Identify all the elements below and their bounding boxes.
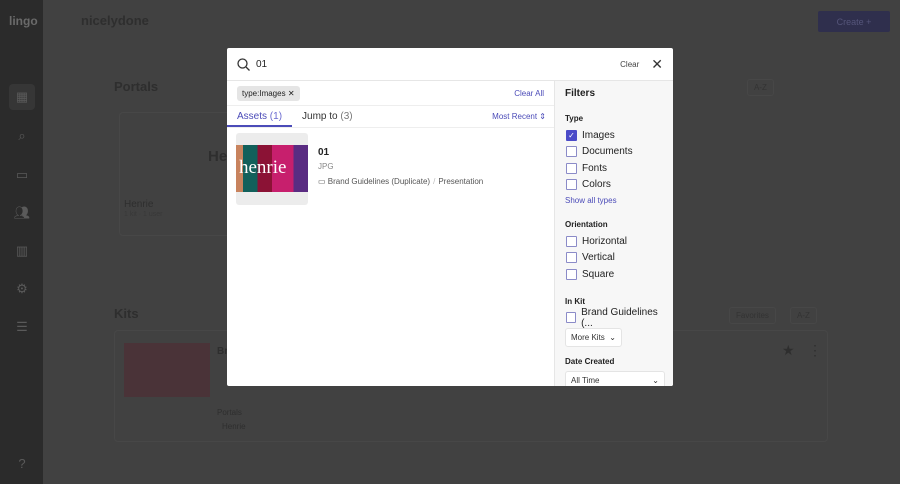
logo: lingo [9,14,38,28]
checkbox-vertical[interactable]: Vertical [566,250,663,267]
home-grid-icon[interactable]: ▦ [9,84,35,110]
asset-result[interactable]: henrie 01 JPG ▭ Brand Guidelines (Duplic… [227,128,554,210]
sort-label: Most Recent [492,112,538,121]
kit-icon: ▭ [318,177,326,186]
portal-name: Henrie [124,199,154,210]
search-icon [237,57,250,71]
option-label: Colors [582,179,611,191]
filters-title: Filters [565,88,596,99]
search-icon[interactable]: ⌕ [9,123,35,149]
kits-icon[interactable]: ▭ [9,162,35,188]
option-label: Brand Guidelines (... [581,306,658,329]
filter-orientation-label: Orientation [565,220,608,229]
asset-name: 01 [318,147,330,158]
date-value: All Time [571,376,600,385]
more-kits-label: More Kits [571,333,605,342]
workspace-name: nicelydone [81,13,149,28]
remove-chip-icon[interactable]: ✕ [288,89,295,98]
checkbox-fonts[interactable]: Fonts [566,160,663,177]
date-created-select[interactable]: All Time ⌄ [565,371,665,386]
clear-all-button[interactable]: Clear All [514,89,544,98]
create-label: Create [836,16,864,27]
checkbox-colors[interactable]: Colors [566,177,663,194]
portal-preview: He [208,148,228,165]
portals-title: Portals [114,79,159,94]
tab-assets[interactable]: Assets (1) [227,106,293,127]
asset-kit[interactable]: Brand Guidelines (Duplicate) [328,177,430,186]
tab-label: Assets [237,111,268,122]
star-icon[interactable]: ★ [782,342,795,359]
option-label: Square [582,268,615,280]
filter-chip[interactable]: type:Images ✕ [237,85,300,101]
asset-thumbnail: henrie [236,133,308,205]
clear-search-button[interactable]: Clear [620,60,639,69]
checkbox-brand-guidelines[interactable]: Brand Guidelines (... [566,306,663,329]
search-input[interactable]: 01 [256,59,620,70]
option-label: Vertical [582,252,615,264]
help-icon[interactable]: ? [9,450,35,476]
tab-count: (3) [340,111,353,122]
option-label: Documents [582,146,633,158]
chip-label: type:Images [242,88,286,98]
checkbox-horizontal[interactable]: Horizontal [566,233,663,250]
tab-label: Jump to [302,111,338,122]
chevron-down-icon: ⌄ [609,333,616,342]
kits-title: Kits [114,306,139,321]
chevron-down-icon: ⌄ [652,376,659,385]
portal-meta: 1 kit · 1 user [124,211,163,218]
kits-sort[interactable]: A-Z [790,307,817,324]
sidebar: lingo ▦ ⌕ ▭ 👥︎ ▥ ⚙ ☰ ? [0,0,43,484]
portals-sort[interactable]: A-Z [747,79,774,96]
checkbox-images[interactable]: ✓ Images [566,127,663,144]
asset-type: JPG [318,162,334,171]
settings-icon[interactable]: ⚙ [9,276,35,302]
filters-panel: Filters Type ✓ Images Documents Fonts Col… [554,81,673,386]
more-kits-dropdown[interactable]: More Kits ⌄ [565,328,622,347]
sort-dropdown[interactable]: Most Recent ⇕ [492,112,546,121]
kit-portal-tag[interactable]: Henrie [222,422,246,431]
analytics-icon[interactable]: ▥ [9,238,35,264]
option-label: Horizontal [582,235,628,247]
search-bar: 01 Clear ✕ [227,48,673,81]
favorites-filter[interactable]: Favorites [729,307,776,324]
search-modal: 01 Clear ✕ type:Images ✕ Clear All Asset… [227,48,673,386]
kit-portals-label: Portals [217,408,242,417]
checkbox-documents[interactable]: Documents [566,144,663,161]
list-icon[interactable]: ☰ [9,314,35,340]
option-label: Images [582,129,615,141]
users-icon[interactable]: 👥︎ [9,200,35,226]
asset-section[interactable]: Presentation [438,177,483,186]
checkbox-square[interactable]: Square [566,266,663,283]
thumb-word: henrie [239,157,287,178]
create-button[interactable]: Create + [818,11,890,32]
close-icon[interactable]: ✕ [651,56,663,73]
option-label: Fonts [582,162,608,174]
show-all-types-link[interactable]: Show all types [565,196,663,205]
tab-jump-to[interactable]: Jump to (3) [292,106,363,127]
kit-thumbnail [124,343,210,397]
filter-date-label: Date Created [565,357,615,366]
tab-count: (1) [269,111,283,122]
filter-type-label: Type [565,114,584,123]
filter-in-kit-label: In Kit [565,296,585,306]
more-icon[interactable]: ⋮ [808,342,822,359]
check-icon: ✓ [566,129,577,141]
